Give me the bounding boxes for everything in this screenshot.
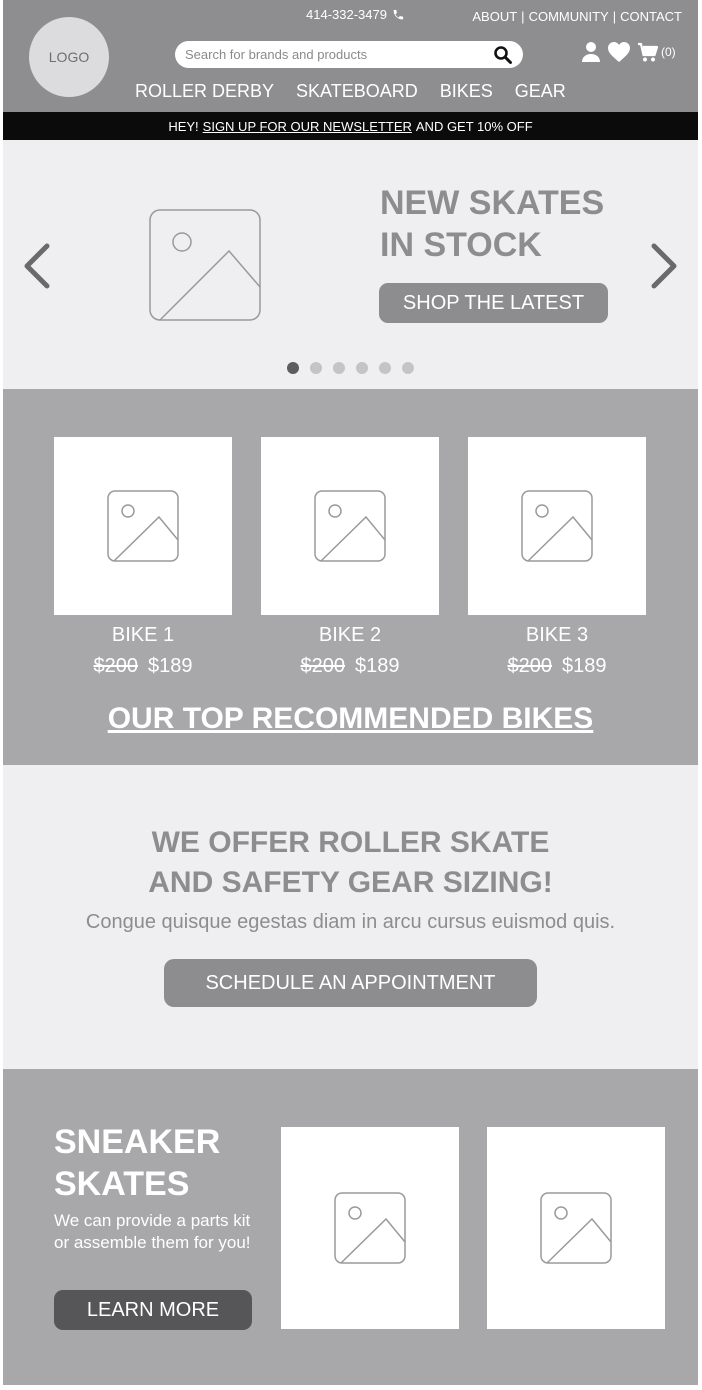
section-title: WE OFFER ROLLER SKATE AND SAFETY GEAR SI… (3, 823, 698, 903)
search-icon[interactable] (493, 45, 513, 65)
site-header: LOGO 414-332-3479 ABOUT | COMMUNITY | CO… (3, 0, 698, 112)
hero-carousel: NEW SKATES IN STOCK SHOP THE LATEST (3, 140, 698, 389)
banner-prefix: HEY! (168, 118, 199, 134)
nav-item-gear[interactable]: GEAR (515, 81, 566, 102)
carousel-dot[interactable] (379, 362, 391, 374)
bikes-section: BIKE 1 $200 $189 BIKE 2 $200 $189 BIKE 3… (3, 389, 698, 765)
chevron-left-icon[interactable] (21, 242, 51, 290)
shop-latest-button[interactable]: SHOP THE LATEST (379, 283, 608, 323)
product-name[interactable]: BIKE 2 (261, 624, 439, 647)
image-placeholder-icon (521, 490, 593, 562)
carousel-dots (287, 362, 414, 374)
carousel-dot[interactable] (310, 362, 322, 374)
product-image[interactable] (281, 1127, 459, 1329)
hero-title-line: NEW SKATES (380, 184, 605, 222)
divider: | (521, 9, 525, 24)
schedule-appointment-button[interactable]: SCHEDULE AN APPOINTMENT (164, 959, 537, 1007)
old-price: $200 (507, 655, 553, 677)
product-name[interactable]: BIKE 3 (468, 624, 646, 647)
product-card[interactable]: BIKE 1 $200 $189 (54, 437, 232, 678)
newsletter-banner: HEY! SIGN UP FOR OUR NEWSLETTER AND GET … (3, 112, 698, 140)
heart-icon[interactable] (607, 41, 631, 63)
newsletter-link[interactable]: SIGN UP FOR OUR NEWSLETTER (203, 119, 412, 134)
top-links: ABOUT | COMMUNITY | CONTACT (472, 9, 682, 24)
section-title: SNEAKER SKATES (54, 1121, 220, 1205)
phone-contact[interactable]: 414-332-3479 (306, 7, 405, 22)
carousel-dot[interactable] (287, 362, 299, 374)
divider: | (612, 9, 617, 24)
contact-link[interactable]: CONTACT (620, 9, 682, 24)
section-description: Congue quisque egestas diam in arcu curs… (85, 911, 616, 933)
nav-item-bikes[interactable]: BIKES (440, 81, 493, 102)
cart-icon[interactable] (637, 41, 659, 63)
page: LOGO 414-332-3479 ABOUT | COMMUNITY | CO… (3, 0, 698, 1390)
sneaker-skates-section: SNEAKER SKATES We can provide a parts ki… (3, 1069, 698, 1385)
sale-price: $189 (355, 655, 400, 677)
search-input[interactable]: Search for brands and products (175, 41, 523, 68)
product-price: $200 $189 (468, 655, 646, 678)
product-price: $200 $189 (261, 655, 439, 678)
hero-title: NEW SKATES IN STOCK (380, 182, 604, 266)
main-nav: ROLLER DERBY SKATEBOARD BIKES GEAR (135, 81, 566, 102)
product-card[interactable]: BIKE 2 $200 $189 (261, 437, 439, 678)
hero-title-line: IN STOCK (380, 226, 542, 264)
old-price: $200 (300, 655, 346, 677)
cart-count: (0) (661, 45, 676, 59)
sale-price: $189 (562, 655, 607, 677)
search-placeholder: Search for brands and products (185, 47, 368, 62)
phone-number: 414-332-3479 (306, 7, 387, 22)
carousel-dot[interactable] (402, 362, 414, 374)
image-placeholder-icon (107, 490, 179, 562)
product-image[interactable] (468, 437, 646, 615)
section-description: We can provide a parts kit or assemble t… (54, 1211, 251, 1252)
nav-item-skateboard[interactable]: SKATEBOARD (296, 81, 418, 102)
product-image[interactable] (487, 1127, 665, 1329)
section-title-link[interactable]: OUR TOP RECOMMENDED BIKES (3, 702, 698, 736)
section-title-line: SKATES (54, 1165, 190, 1203)
section-title-line: AND SAFETY GEAR SIZING! (148, 866, 553, 899)
carousel-dot[interactable] (333, 362, 345, 374)
image-placeholder-icon (540, 1192, 612, 1264)
old-price: $200 (93, 655, 139, 677)
sale-price: $189 (148, 655, 193, 677)
image-placeholder-icon (334, 1192, 406, 1264)
account-icons: (0) (581, 41, 676, 63)
logo[interactable]: LOGO (29, 17, 109, 97)
product-image[interactable] (54, 437, 232, 615)
image-placeholder-icon (314, 490, 386, 562)
carousel-dot[interactable] (356, 362, 368, 374)
product-card[interactable]: BIKE 3 $200 $189 (468, 437, 646, 678)
product-image[interactable] (261, 437, 439, 615)
section-title-line: WE OFFER ROLLER SKATE (151, 826, 550, 859)
product-name[interactable]: BIKE 1 (54, 624, 232, 647)
nav-item-roller-derby[interactable]: ROLLER DERBY (135, 81, 274, 102)
sizing-section: WE OFFER ROLLER SKATE AND SAFETY GEAR SI… (3, 765, 698, 1069)
phone-icon (393, 9, 404, 20)
about-link[interactable]: ABOUT (472, 9, 517, 24)
product-price: $200 $189 (54, 655, 232, 678)
community-link[interactable]: COMMUNITY (529, 9, 609, 24)
chevron-right-icon[interactable] (650, 242, 680, 290)
learn-more-button[interactable]: LEARN MORE (54, 1290, 252, 1330)
section-title-line: SNEAKER (54, 1123, 221, 1161)
image-placeholder-icon (149, 209, 261, 321)
banner-suffix: AND GET 10% OFF (415, 118, 533, 134)
user-icon[interactable] (581, 41, 601, 63)
